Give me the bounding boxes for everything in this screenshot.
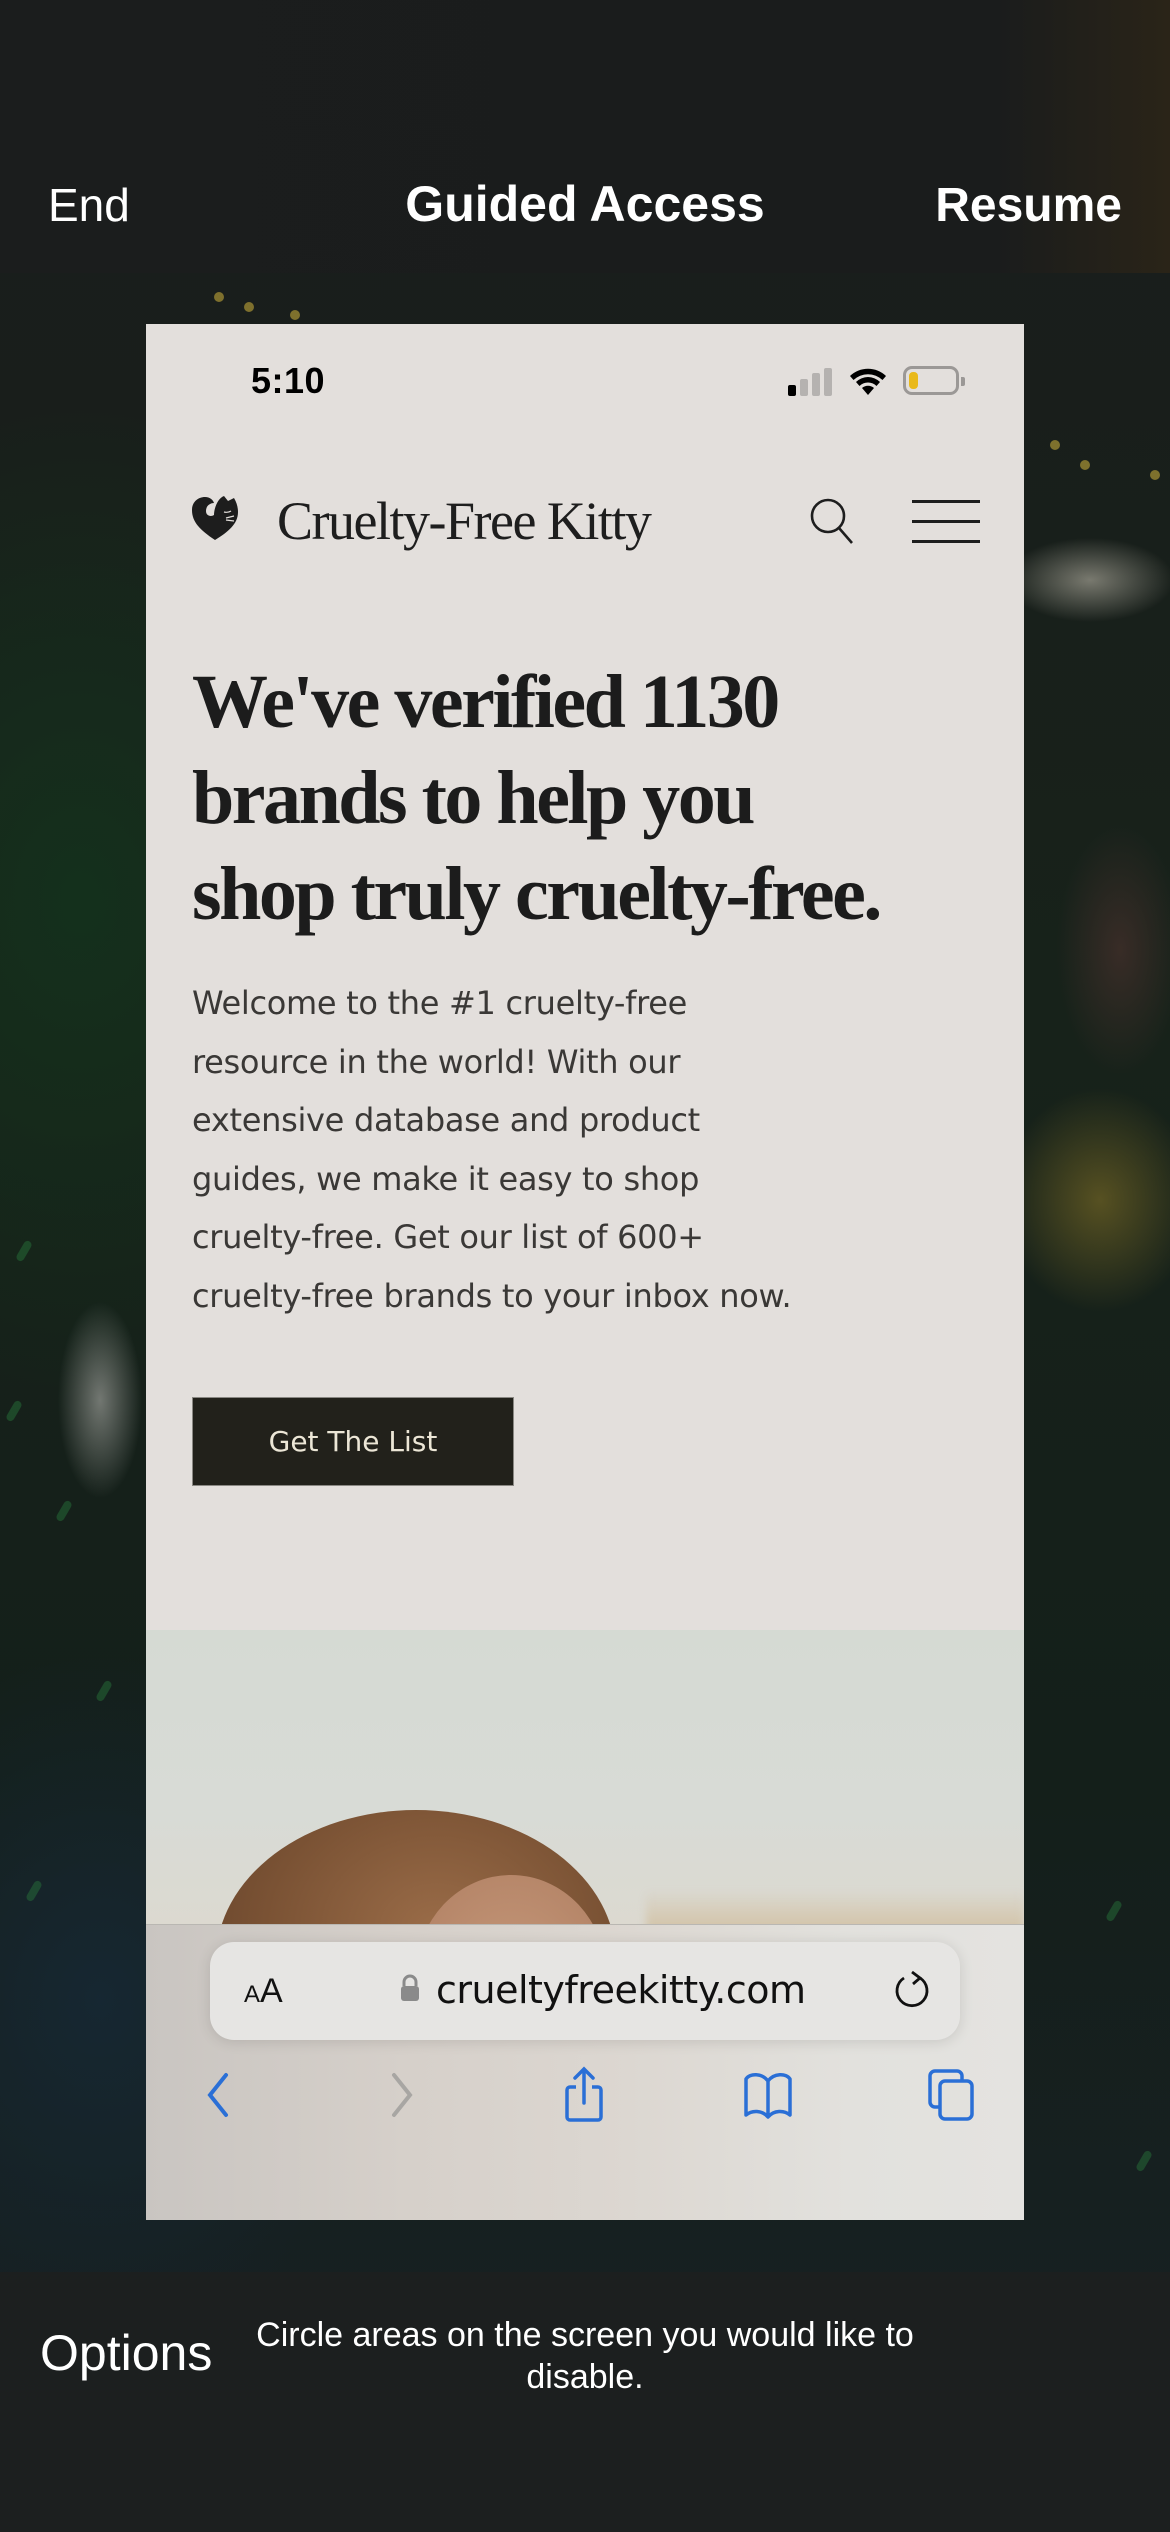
intro-line: Welcome to the #1 cruelty-free bbox=[192, 984, 688, 1022]
cellular-signal-icon bbox=[788, 368, 834, 396]
lock-icon bbox=[401, 1974, 419, 2001]
hamburger-menu-icon[interactable] bbox=[912, 500, 980, 544]
wallpaper-leaf bbox=[1135, 2149, 1153, 2173]
hero-headline: We've verified 1130 brands to help you s… bbox=[192, 654, 972, 942]
intro-line: cruelty-free. Get our list of 600+ bbox=[192, 1218, 704, 1256]
wallpaper-sparkle bbox=[244, 302, 254, 312]
forward-icon bbox=[392, 2073, 413, 2117]
get-the-list-button[interactable]: Get The List bbox=[192, 1397, 514, 1486]
intro-line: guides, we make it easy to shop bbox=[192, 1159, 700, 1198]
site-title[interactable]: Cruelty-Free Kitty bbox=[277, 490, 652, 552]
wallpaper-sparkle bbox=[290, 310, 300, 320]
wallpaper-leaf bbox=[55, 1499, 73, 1523]
resume-button[interactable]: Resume bbox=[935, 178, 1122, 233]
guided-access-bottom-bar: Options Circle areas on the screen you w… bbox=[0, 2272, 1170, 2532]
bookmarks-icon[interactable] bbox=[740, 2065, 796, 2125]
wallpaper-sparkle bbox=[1080, 460, 1090, 470]
intro-line: extensive database and product bbox=[192, 1101, 700, 1139]
wallpaper-leaf bbox=[25, 1879, 43, 1903]
search-icon[interactable] bbox=[808, 496, 856, 546]
options-button[interactable]: Options bbox=[40, 2324, 212, 2382]
battery-icon bbox=[903, 366, 965, 395]
intro-line: resource in the world! With our bbox=[192, 1042, 681, 1081]
tabs-icon[interactable] bbox=[924, 2065, 980, 2125]
site-header: Cruelty-Free Kitty bbox=[146, 474, 1024, 564]
headline-line: We've verified 1130 bbox=[192, 660, 780, 744]
intro-paragraph: Welcome to the #1 cruelty-free resource … bbox=[192, 974, 832, 1325]
text-size-button[interactable]: AA bbox=[244, 1972, 283, 2011]
battery-level bbox=[909, 372, 918, 389]
back-icon[interactable] bbox=[190, 2065, 246, 2125]
guided-access-instruction: Circle areas on the screen you would lik… bbox=[256, 2316, 914, 2396]
heart-cat-icon[interactable] bbox=[190, 494, 240, 542]
intro-line: cruelty-free brands to your inbox now. bbox=[192, 1276, 792, 1315]
safari-bottom-bar: AA crueltyfreekitty.com bbox=[146, 1924, 1024, 2220]
wallpaper-leaf bbox=[1105, 1899, 1123, 1923]
hero-photo bbox=[146, 1630, 1024, 1930]
headline-line: brands to help you bbox=[192, 756, 756, 840]
headline-line: shop truly cruelty-free. bbox=[192, 852, 882, 936]
address-bar[interactable]: AA crueltyfreekitty.com bbox=[210, 1942, 960, 2040]
wallpaper-leaf bbox=[5, 1399, 23, 1423]
share-icon[interactable] bbox=[556, 2065, 612, 2125]
screen-preview[interactable]: 5:10 Cruelty-Free Kitty We've verified 1… bbox=[146, 324, 1024, 2220]
wallpaper-sparkle bbox=[214, 292, 224, 302]
wallpaper-sparkle bbox=[1050, 440, 1060, 450]
guided-access-top-bar: End Guided Access Resume bbox=[0, 0, 1170, 273]
reload-icon[interactable] bbox=[892, 1968, 932, 2012]
status-time: 5:10 bbox=[251, 360, 326, 401]
url-text[interactable]: crueltyfreekitty.com bbox=[436, 1968, 806, 2012]
wallpaper-leaf bbox=[15, 1239, 33, 1263]
wallpaper-leaf bbox=[95, 1679, 113, 1703]
status-bar: 5:10 bbox=[146, 324, 1024, 424]
wallpaper-sparkle bbox=[1150, 470, 1160, 480]
wifi-icon bbox=[850, 368, 886, 395]
